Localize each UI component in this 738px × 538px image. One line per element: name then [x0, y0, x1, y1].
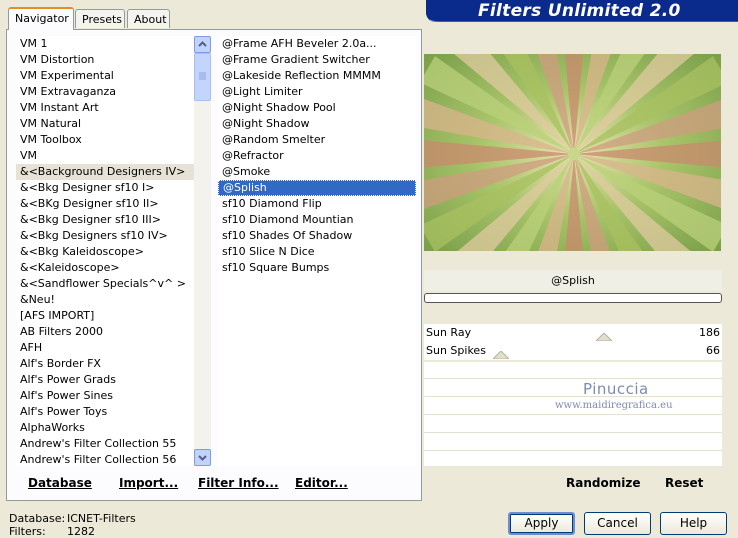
chevron-down-icon — [198, 455, 207, 461]
filter-list[interactable]: @Frame AFH Beveler 2.0a... @Frame Gradien… — [218, 36, 416, 466]
status-database-label: Database: — [9, 512, 66, 525]
filter-info-button[interactable]: Filter Info... — [198, 476, 279, 490]
category-item[interactable]: VM 1 — [16, 36, 194, 52]
row-divider — [424, 396, 722, 397]
category-item[interactable]: &<Bkg Kaleidoscope> — [16, 244, 194, 260]
slider-thumb-icon[interactable] — [596, 333, 612, 341]
import-button[interactable]: Import... — [119, 476, 178, 490]
preview-image — [424, 54, 721, 251]
watermark-site: www.maidiregrafica.eu — [555, 400, 673, 411]
category-item[interactable]: Andrew's Filter Collection 56 — [16, 452, 194, 466]
grip-icon — [199, 72, 206, 80]
help-button[interactable]: Help — [660, 512, 727, 535]
scroll-thumb[interactable] — [194, 53, 211, 101]
filter-item[interactable]: @Smoke — [218, 164, 416, 180]
category-item[interactable]: VM Experimental — [16, 68, 194, 84]
category-item[interactable]: &<Bkg Designer sf10 I> — [16, 180, 194, 196]
slider-sun-ray[interactable]: Sun Ray 186 — [424, 324, 722, 342]
category-item[interactable]: &<Kaleidoscope> — [16, 260, 194, 276]
tab-presets[interactable]: Presets — [75, 9, 125, 28]
database-button[interactable]: Database — [28, 476, 92, 490]
filter-item[interactable]: sf10 Square Bumps — [218, 260, 416, 276]
filter-item[interactable]: @Frame AFH Beveler 2.0a... — [218, 36, 416, 52]
category-item[interactable]: VM Distortion — [16, 52, 194, 68]
filter-item[interactable]: sf10 Diamond Mountian — [218, 212, 416, 228]
progress-bar — [424, 293, 722, 303]
scroll-down-button[interactable] — [194, 449, 211, 466]
category-item[interactable]: Alf's Border FX — [16, 356, 194, 372]
category-item[interactable]: VM Natural — [16, 116, 194, 132]
row-divider — [424, 450, 722, 451]
tab-navigator[interactable]: Navigator — [8, 7, 74, 30]
category-list[interactable]: VM 1 VM Distortion VM Experimental VM Extra… — [16, 36, 194, 466]
category-item[interactable]: VM Instant Art — [16, 100, 194, 116]
reset-button[interactable]: Reset — [665, 476, 703, 490]
category-item[interactable]: AB Filters 2000 — [16, 324, 194, 340]
category-item[interactable]: VM Toolbox — [16, 132, 194, 148]
randomize-button[interactable]: Randomize — [566, 476, 640, 490]
category-item[interactable]: Alf's Power Grads — [16, 372, 194, 388]
category-item[interactable]: Alf's Power Sines — [16, 388, 194, 404]
category-item[interactable]: VM Extravaganza — [16, 84, 194, 100]
slider-label: Sun Ray — [426, 326, 472, 339]
status-filters-value: 1282 — [67, 525, 95, 538]
filter-item[interactable]: @Night Shadow Pool — [218, 100, 416, 116]
filter-item[interactable]: sf10 Diamond Flip — [218, 196, 416, 212]
category-item[interactable]: &<Sandflower Specials^v^ > — [16, 276, 194, 292]
category-item[interactable]: Andrew's Filter Collection 55 — [16, 436, 194, 452]
row-divider — [424, 432, 722, 433]
filter-item[interactable]: sf10 Shades Of Shadow — [218, 228, 416, 244]
category-item[interactable]: [AFS IMPORT] — [16, 308, 194, 324]
status-filters-label: Filters: — [9, 525, 46, 538]
slider-label: Sun Spikes — [426, 344, 486, 357]
slider-value: 66 — [706, 344, 720, 357]
category-item[interactable]: &Neu! — [16, 292, 194, 308]
scroll-up-button[interactable] — [194, 36, 211, 53]
category-item[interactable]: &<Bkg Designers sf10 IV> — [16, 228, 194, 244]
editor-button[interactable]: Editor... — [295, 476, 348, 490]
category-item[interactable]: AlphaWorks — [16, 420, 194, 436]
filter-item[interactable]: @Night Shadow — [218, 116, 416, 132]
apply-button[interactable]: Apply — [508, 512, 575, 535]
filter-item[interactable]: @Random Smelter — [218, 132, 416, 148]
category-item[interactable]: VM — [16, 148, 194, 164]
status-database-value: ICNET-Filters — [67, 512, 136, 525]
category-item[interactable]: AFH — [16, 340, 194, 356]
filter-item[interactable]: sf10 Slice N Dice — [218, 244, 416, 260]
slider-sun-spikes[interactable]: Sun Spikes 66 — [424, 342, 722, 360]
slider-value: 186 — [699, 326, 720, 339]
category-item[interactable]: &<Bkg Designer sf10 III> — [16, 212, 194, 228]
slider-thumb-icon[interactable] — [493, 351, 509, 359]
row-divider — [424, 414, 722, 415]
category-item[interactable]: &<Background Designers IV> — [16, 164, 194, 180]
category-item[interactable]: &<BKg Designer sf10 II> — [16, 196, 194, 212]
category-item[interactable]: Alf's Power Toys — [16, 404, 194, 420]
row-divider — [424, 378, 722, 379]
filter-item[interactable]: @Lakeside Reflection MMMM — [218, 68, 416, 84]
filter-item[interactable]: @Light Limiter — [218, 84, 416, 100]
category-scrollbar[interactable] — [194, 36, 211, 466]
filter-item[interactable]: @Refractor — [218, 148, 416, 164]
chevron-up-icon — [198, 41, 207, 47]
cancel-button[interactable]: Cancel — [584, 512, 651, 535]
watermark-name: Pinuccia — [583, 380, 649, 398]
tab-about[interactable]: About — [127, 9, 170, 28]
current-filter-name: @Splish — [424, 270, 722, 291]
filter-item[interactable]: @Frame Gradient Switcher — [218, 52, 416, 68]
filter-item[interactable]: @Splish — [218, 180, 416, 196]
banner-title: Filters Unlimited 2.0 — [478, 1, 681, 21]
